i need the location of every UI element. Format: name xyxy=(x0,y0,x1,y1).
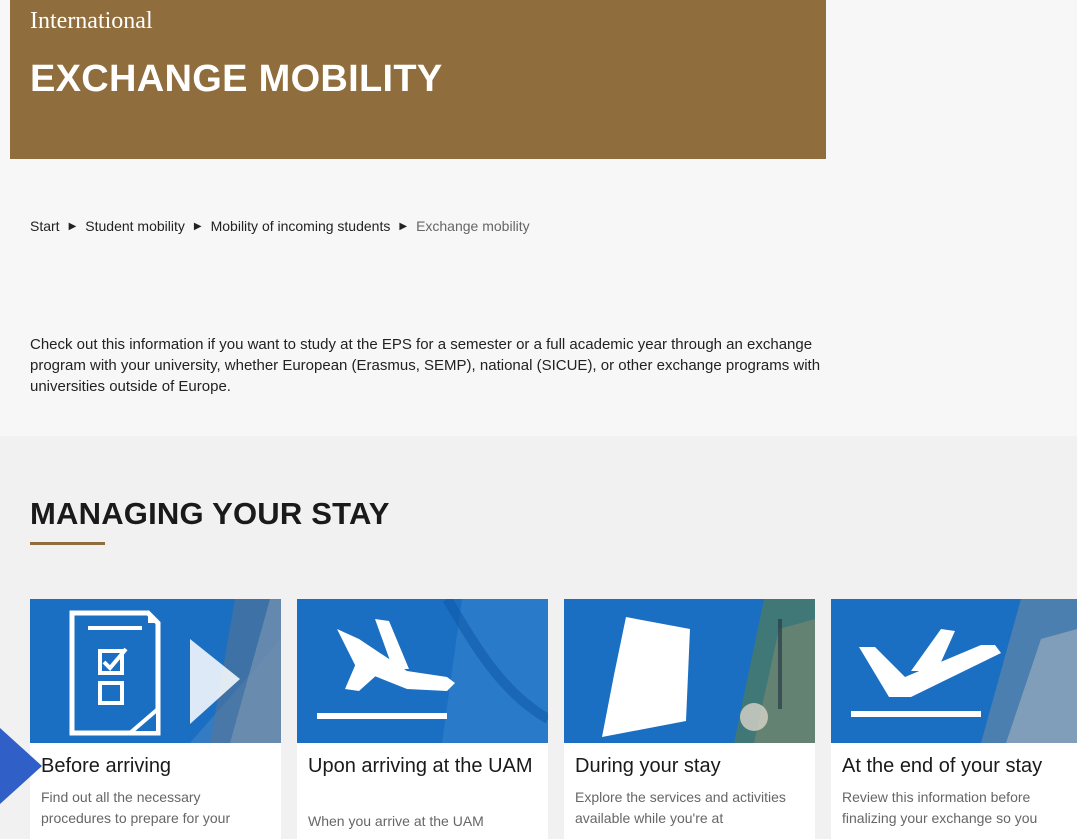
breadcrumb-incoming-students[interactable]: Mobility of incoming students xyxy=(211,218,391,234)
checklist-document-icon xyxy=(30,599,281,743)
card-title[interactable]: Upon arriving at the UAM xyxy=(308,754,540,778)
card-description: Explore the services and activities avai… xyxy=(575,789,786,826)
hero-supertitle: International xyxy=(30,8,153,34)
card-upon-arriving[interactable]: Upon arriving at the UAM When you arrive… xyxy=(297,599,548,839)
breadcrumb-student-mobility[interactable]: Student mobility xyxy=(85,218,185,234)
page-title: EXCHANGE MOBILITY xyxy=(30,58,443,100)
breadcrumb-separator: ▶ xyxy=(193,220,202,232)
hero-banner: International EXCHANGE MOBILITY xyxy=(10,0,826,159)
pointer-arrow-icon xyxy=(0,728,42,804)
breadcrumb-current: Exchange mobility xyxy=(416,218,530,234)
card-description: Find out all the necessary procedures to… xyxy=(41,789,231,826)
card-description: Review this information before finalizin… xyxy=(842,789,1038,826)
card-image xyxy=(297,599,548,743)
intro-text: Check out this information if you want t… xyxy=(30,336,821,395)
card-title[interactable]: At the end of your stay xyxy=(842,754,1074,778)
card-image xyxy=(30,599,281,743)
card-title[interactable]: During your stay xyxy=(575,754,807,778)
managing-stay-section: MANAGING YOUR STAY Before arriving Find … xyxy=(0,436,1077,839)
plane-takeoff-icon xyxy=(831,599,1077,743)
card-image xyxy=(564,599,815,743)
plane-landing-icon xyxy=(297,599,548,743)
breadcrumb-separator: ▶ xyxy=(399,220,408,232)
breadcrumb-separator: ▶ xyxy=(68,220,77,232)
card-end-of-stay[interactable]: At the end of your stay Review this info… xyxy=(831,599,1077,839)
card-description: When you arrive at the UAM xyxy=(308,813,484,829)
breadcrumb-start[interactable]: Start xyxy=(30,218,60,234)
map-shape-icon xyxy=(564,599,815,743)
section-title: MANAGING YOUR STAY xyxy=(30,496,390,531)
breadcrumb: Start ▶ Student mobility ▶ Mobility of i… xyxy=(30,218,530,234)
section-title-underline xyxy=(30,542,105,545)
card-image xyxy=(831,599,1077,743)
card-during-stay[interactable]: During your stay Explore the services an… xyxy=(564,599,815,839)
card-title[interactable]: Before arriving xyxy=(41,754,273,778)
card-before-arriving[interactable]: Before arriving Find out all the necessa… xyxy=(30,599,281,839)
